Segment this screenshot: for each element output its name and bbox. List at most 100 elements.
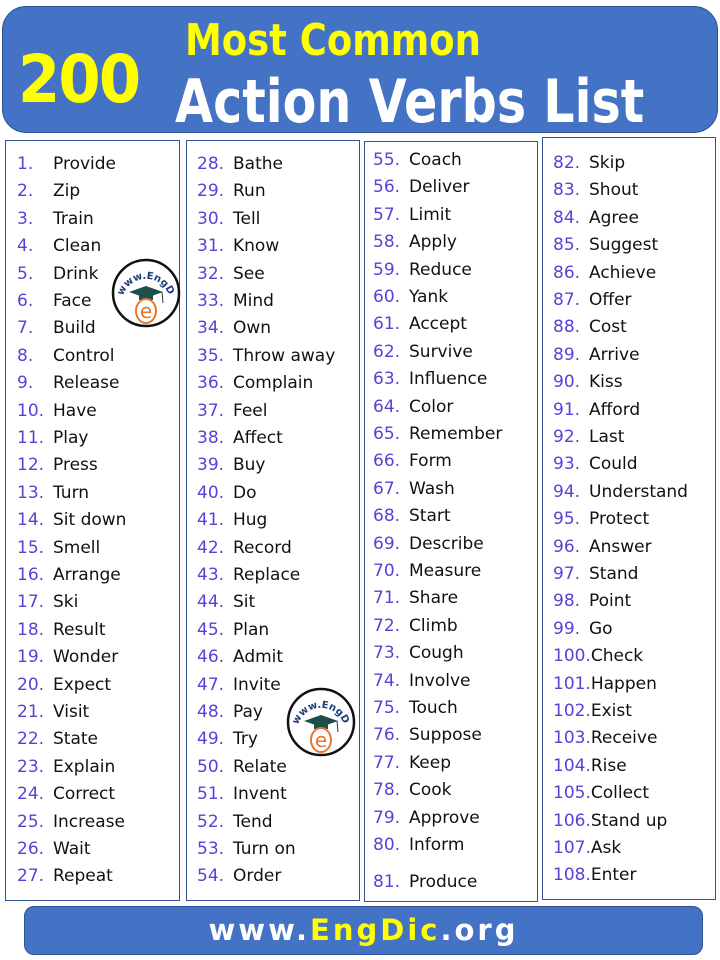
verb-text: Smell [53,537,101,558]
verb-number: 51. [197,784,225,805]
verb-list-item: 32. See [197,264,265,284]
verb-number: 81. [373,872,401,893]
verb-number: 25. [17,811,45,832]
verb-list-item: 105.Collect [553,783,649,803]
verb-text: Inform [409,835,465,855]
verb-text: Understand [589,481,688,502]
verb-number: 93. [553,454,581,475]
verb-list-item: 45. Plan [197,620,269,640]
verb-number: 49. [197,729,225,750]
verb-text: Buy [233,455,266,476]
website-url[interactable]: www.EngDic.org [25,907,702,954]
verb-text: Admit [233,647,284,668]
verb-text: Mind [233,291,274,311]
verb-list-item: 85. Suggest [553,235,658,255]
verb-number: 7. [17,318,34,339]
verb-list-item: 26. Wait [17,839,91,859]
verb-list-item: 42. Record [197,538,292,558]
verb-number: 100. [553,646,591,667]
verb-number: 23. [17,756,45,777]
verb-list-item: 90. Kiss [553,372,623,392]
verb-text: Throw away [233,345,336,366]
verb-text: Clean [53,236,102,257]
verb-text: Cough [409,643,464,664]
verb-number: 47. [197,674,225,695]
verb-number: 82. [553,153,581,173]
verb-text: Remember [409,424,503,444]
verb-list-item: 47. Invite [197,675,281,695]
verb-list-item: 66. Form [373,451,452,471]
verb-list-item: 74. Involve [373,671,471,691]
verb-list-item: 53. Turn on [197,839,296,859]
verb-list-item: 50. Relate [197,757,287,777]
verb-text: Complain [233,373,314,394]
verb-number: 22. [17,729,45,750]
verb-number: 53. [197,839,225,859]
verb-list-item: 88. Cost [553,317,627,337]
verb-number: 105. [553,783,591,804]
verb-number: 96. [553,536,581,557]
verb-number: 65. [373,424,401,444]
verb-list-item: 62. Survive [373,342,473,362]
verb-list-item: 52. Tend [197,812,273,832]
verb-text: Invent [233,784,287,805]
verb-text: Happen [590,673,657,694]
verb-number: 30. [197,208,225,229]
verb-text: Deliver [409,177,470,198]
verb-list-item: 94. Understand [553,482,688,502]
verb-text: Answer [589,536,652,557]
verb-number: 67. [373,478,401,499]
verb-number: 21. [17,702,45,722]
verb-text: Stand [589,564,639,584]
verb-list-item: 11. Play [17,428,88,448]
verb-text: Ski [53,592,79,613]
verb-number: 26. [17,839,45,859]
verb-number: 56. [373,177,401,198]
verb-number: 33. [197,291,225,311]
verb-number: 101. [553,673,591,694]
url-suffix: .org [440,913,519,947]
verb-text: Tend [233,811,273,832]
verb-list-item: 84. Agree [553,208,639,228]
verb-text: Form [409,451,452,472]
verb-number: 13. [17,482,45,503]
verb-text: Repeat [53,866,113,887]
verb-list-item: 10. Have [17,401,97,421]
verb-list-item: 89. Arrive [553,345,640,365]
verb-text: See [233,263,265,284]
verb-list-item: 82. Skip [553,153,625,173]
verb-text: Offer [589,290,632,310]
verb-list-item: 54. Order [197,866,281,886]
verb-text: Bathe [233,154,283,174]
verb-number: 48. [197,702,225,722]
verb-number: 41. [197,510,225,531]
verb-list-item: 8. Control [17,346,114,366]
verb-text: Sit [233,592,256,613]
verb-list-item: 81. Produce [373,872,477,892]
verb-number: 71. [373,588,401,609]
verb-number: 88. [553,317,581,338]
svg-text:e: e [315,728,327,752]
verb-list-item: 69. Describe [373,534,484,554]
verb-number: 5. [17,263,34,284]
verb-text: Turn [53,482,90,503]
verb-list-item: 37. Feel [197,401,268,421]
verb-list-item: 63. Influence [373,369,487,389]
verb-number: 59. [373,259,401,280]
verb-text: State [53,729,98,750]
verb-number: 103. [553,728,591,749]
verb-text: Feel [233,400,268,421]
verb-number: 32. [197,263,225,284]
verb-list-item: 27. Repeat [17,866,113,886]
verb-number: 29. [197,181,225,202]
verb-list-item: 100.Check [553,646,643,666]
verb-number: 102. [553,701,591,721]
verb-number: 83. [553,180,581,201]
verb-column-1: 1. Provide 2. Zip 3. Train 4. Clean 5. Drink 6. Fac… [5,140,180,901]
verb-list-item: 67. Wash [373,479,455,499]
verb-text: Exist [590,701,632,721]
verb-list-item: 57. Limit [373,205,451,225]
verb-list-item: 83. Shout [553,180,638,200]
verb-list-item: 40. Do [197,483,257,503]
verb-number: 84. [553,207,581,228]
